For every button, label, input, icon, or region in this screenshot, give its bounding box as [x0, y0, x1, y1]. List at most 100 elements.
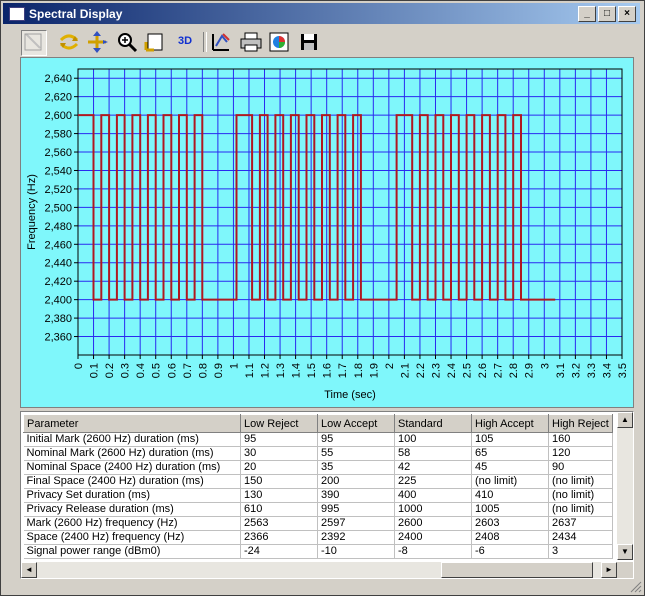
scroll-corner — [617, 562, 633, 578]
table-row[interactable]: Initial Mark (2600 Hz) duration (ms) 95 95… — [23, 432, 613, 447]
table-cell[interactable]: 2563 — [240, 516, 318, 531]
table-row[interactable]: Privacy Release duration (ms) 610 995 1000 1… — [23, 502, 613, 517]
scroll-left-button[interactable]: ◄ — [21, 562, 37, 578]
table-cell[interactable]: 130 — [240, 488, 318, 503]
resize-grip-icon[interactable] — [630, 581, 642, 593]
table-cell[interactable]: -8 — [394, 544, 472, 559]
table-cell[interactable]: Privacy Set duration (ms) — [23, 488, 241, 503]
scroll-tool[interactable] — [57, 30, 81, 54]
3d-text-icon: 3D — [178, 35, 193, 47]
table-row[interactable]: Nominal Mark (2600 Hz) duration (ms) 30 55… — [23, 446, 613, 461]
table-cell[interactable]: 120 — [548, 446, 613, 461]
table-cell[interactable]: 200 — [317, 474, 395, 489]
table-cell[interactable]: 2408 — [471, 530, 549, 545]
page-export-icon — [144, 33, 163, 52]
vertical-scrollbar[interactable]: ▲ ▼ — [617, 412, 633, 560]
zoom-tool[interactable] — [115, 30, 139, 54]
table-cell[interactable]: 30 — [240, 446, 318, 461]
table-row[interactable]: Privacy Set duration (ms) 130 390 400 410 (no… — [23, 488, 613, 503]
maximize-button[interactable]: □ — [598, 6, 616, 22]
table-cell[interactable]: Signal power range (dBm0) — [23, 544, 241, 559]
table-cell[interactable]: 160 — [548, 432, 613, 447]
table-row[interactable]: Final Space (2400 Hz) duration (ms) 150 20… — [23, 474, 613, 489]
close-button[interactable]: × — [618, 6, 636, 22]
table-cell[interactable]: 2392 — [317, 530, 395, 545]
table-cell[interactable]: Final Space (2400 Hz) duration (ms) — [23, 474, 241, 489]
copy-tool[interactable] — [267, 30, 291, 54]
table-cell[interactable]: 20 — [240, 460, 318, 475]
table-cell[interactable]: 55 — [317, 446, 395, 461]
table-row[interactable]: Space (2400 Hz) frequency (Hz) 2366 2392 24… — [23, 530, 613, 545]
3d-tool[interactable]: 3D — [175, 30, 199, 54]
table-cell[interactable]: 35 — [317, 460, 395, 475]
table-cell[interactable]: 2400 — [394, 530, 472, 545]
scroll-right-button[interactable]: ► — [601, 562, 617, 578]
scroll-down-button[interactable]: ▼ — [617, 544, 633, 560]
table-row[interactable]: Mark (2600 Hz) frequency (Hz) 2563 2597 260… — [23, 516, 613, 531]
table-cell[interactable]: Nominal Space (2400 Hz) duration (ms) — [23, 460, 241, 475]
table-cell[interactable]: 2603 — [471, 516, 549, 531]
table-cell[interactable]: 400 — [394, 488, 472, 503]
table-cell[interactable]: (no limit) — [548, 488, 613, 503]
minimize-button[interactable]: _ — [578, 6, 596, 22]
column-header[interactable]: High Reject — [548, 414, 613, 433]
table-cell[interactable]: 995 — [317, 502, 395, 517]
horizontal-scrollbar[interactable]: ◄ ► — [21, 562, 617, 578]
table-cell[interactable]: 2366 — [240, 530, 318, 545]
table-cell[interactable]: 42 — [394, 460, 472, 475]
edit-tool[interactable] — [209, 30, 233, 54]
table-cell[interactable]: Nominal Mark (2600 Hz) duration (ms) — [23, 446, 241, 461]
table-cell[interactable]: 65 — [471, 446, 549, 461]
table-cell[interactable]: 105 — [471, 432, 549, 447]
table-cell[interactable]: (no limit) — [471, 474, 549, 489]
x-tick-label: 1.4 — [291, 363, 303, 378]
table-cell[interactable]: -6 — [471, 544, 549, 559]
table-cell[interactable]: Space (2400 Hz) frequency (Hz) — [23, 530, 241, 545]
table-row[interactable]: Nominal Space (2400 Hz) duration (ms) 20 3… — [23, 460, 613, 475]
column-header[interactable]: Standard — [394, 414, 472, 433]
table-cell[interactable]: 1000 — [394, 502, 472, 517]
column-header[interactable]: Low Reject — [240, 414, 318, 433]
horizontal-scroll-thumb[interactable] — [441, 562, 593, 578]
table-cell[interactable]: 90 — [548, 460, 613, 475]
table-cell[interactable]: 3 — [548, 544, 613, 559]
table-row[interactable]: Signal power range (dBm0) -24 -10 -8 -6 3 — [23, 544, 613, 559]
table-cell[interactable]: 45 — [471, 460, 549, 475]
save-tool[interactable] — [297, 30, 321, 54]
column-header[interactable]: Low Accept — [317, 414, 395, 433]
scroll-up-button[interactable]: ▲ — [617, 412, 633, 428]
table-cell[interactable]: 610 — [240, 502, 318, 517]
table-cell[interactable]: 225 — [394, 474, 472, 489]
y-tick-label: 2,420 — [44, 276, 72, 288]
title-bar[interactable]: Spectral Display _ □ × — [3, 3, 640, 24]
table-cell[interactable]: 100 — [394, 432, 472, 447]
x-tick-label: 3.3 — [586, 363, 598, 378]
print-tool[interactable] — [239, 30, 263, 54]
pointer-tool[interactable] — [21, 30, 47, 56]
table-cell[interactable]: 95 — [317, 432, 395, 447]
table-cell[interactable]: -10 — [317, 544, 395, 559]
table-cell[interactable]: 410 — [471, 488, 549, 503]
table-cell[interactable]: Privacy Release duration (ms) — [23, 502, 241, 517]
zoom-axis-tool[interactable] — [85, 30, 109, 54]
parameter-grid[interactable]: Parameter Low Reject Low Accept Standard Hig… — [20, 411, 634, 579]
table-cell[interactable]: 2597 — [317, 516, 395, 531]
table-cell[interactable]: (no limit) — [548, 502, 613, 517]
table-cell[interactable]: 2600 — [394, 516, 472, 531]
table-cell[interactable]: 2434 — [548, 530, 613, 545]
table-cell[interactable]: 1005 — [471, 502, 549, 517]
x-tick-label: 0.8 — [197, 363, 209, 378]
table-cell[interactable]: 58 — [394, 446, 472, 461]
table-cell[interactable]: 390 — [317, 488, 395, 503]
table-cell[interactable]: (no limit) — [548, 474, 613, 489]
column-header[interactable]: Parameter — [23, 414, 241, 433]
table-cell[interactable]: Mark (2600 Hz) frequency (Hz) — [23, 516, 241, 531]
table-cell[interactable]: 150 — [240, 474, 318, 489]
table-cell[interactable]: 95 — [240, 432, 318, 447]
table-cell[interactable]: 2637 — [548, 516, 613, 531]
spectral-chart[interactable]: 2,360 2,380 2,400 2,420 2,440 2,460 2,480 2,500… — [20, 57, 634, 408]
table-cell[interactable]: Initial Mark (2600 Hz) duration (ms) — [23, 432, 241, 447]
table-cell[interactable]: -24 — [240, 544, 318, 559]
column-header[interactable]: High Accept — [471, 414, 549, 433]
export-tool[interactable] — [143, 30, 167, 54]
